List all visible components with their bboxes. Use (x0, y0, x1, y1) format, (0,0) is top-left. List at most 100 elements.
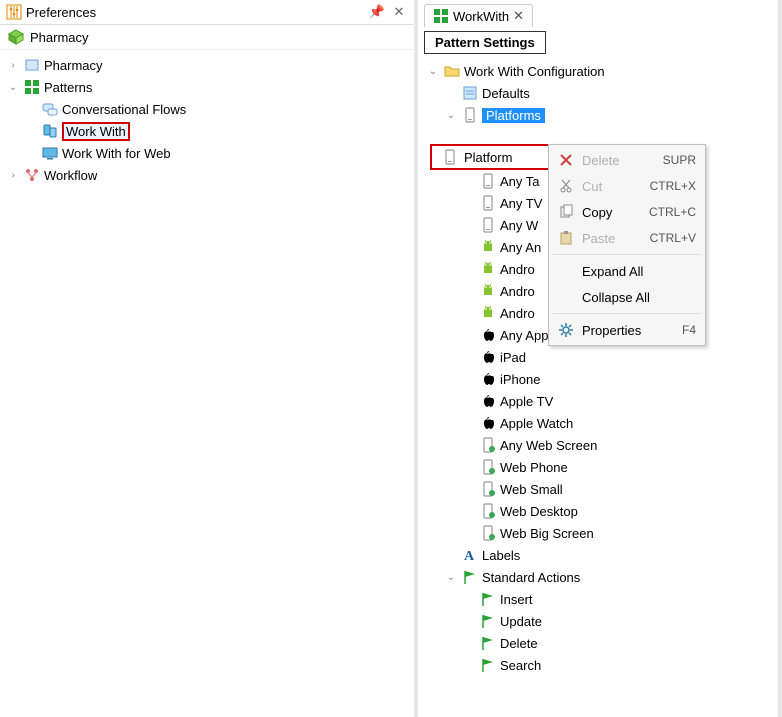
grid-icon (433, 8, 449, 24)
tree-item[interactable]: Insert (422, 588, 774, 610)
menu-item: DeleteSUPR (551, 147, 703, 173)
menu-item[interactable]: Expand All (551, 258, 703, 284)
tree-item[interactable]: Web Phone (422, 456, 774, 478)
menu-item: Paste CTRL+V (551, 225, 703, 251)
tree-item-label: Conversational Flows (62, 102, 186, 117)
menu-item-shortcut: CTRL+C (649, 205, 696, 219)
tab-strip: WorkWith ✕ (418, 0, 778, 27)
flag-icon (462, 569, 478, 585)
tree-item-label: Update (500, 614, 542, 629)
menu-item[interactable]: Collapse All (551, 284, 703, 310)
close-icon[interactable]: ✕ (390, 4, 408, 20)
tree-item-label: Platforms (482, 108, 545, 123)
menu-item-label: Collapse All (582, 290, 696, 305)
android-icon (480, 283, 496, 299)
blank-icon (558, 289, 574, 305)
apple-icon (480, 349, 496, 365)
tree-item[interactable]: Update (422, 610, 774, 632)
tree-item[interactable]: iPhone (422, 368, 774, 390)
tree-item[interactable]: ⌄ Platforms (422, 104, 774, 126)
tree-item-label: Any TV (500, 196, 542, 211)
menu-item-shortcut: CTRL+V (650, 231, 696, 245)
tree-item-label: Andro (500, 262, 535, 277)
menu-item-shortcut: F4 (682, 323, 696, 337)
tree-item-label: Any An (500, 240, 541, 255)
menu-item: CutCTRL+X (551, 173, 703, 199)
tree-item[interactable]: Delete (422, 632, 774, 654)
tree-item-label: Any W (500, 218, 538, 233)
menu-item[interactable]: PropertiesF4 (551, 317, 703, 343)
chevron-down-icon[interactable]: ⌄ (444, 110, 458, 121)
tree-item-label: Work With Configuration (464, 64, 605, 79)
tree-item-label: iPad (500, 350, 526, 365)
tree-item[interactable]: ALabels (422, 544, 774, 566)
labels-icon: A (462, 547, 478, 563)
module-icon (24, 57, 40, 73)
tree-item-label: Patterns (44, 80, 92, 95)
device-icon (442, 149, 458, 165)
menu-item-label: Delete (582, 153, 655, 168)
paste-icon (558, 230, 574, 246)
chevron-right-icon[interactable]: › (6, 60, 20, 71)
tree-item[interactable]: Apple Watch (422, 412, 774, 434)
tree-item-label: Web Phone (500, 460, 568, 475)
tree-item[interactable]: ›Pharmacy (2, 54, 412, 76)
menu-item[interactable]: CopyCTRL+C (551, 199, 703, 225)
tree-item-label: Apple Watch (500, 416, 573, 431)
tree-item-label: Defaults (482, 86, 530, 101)
kb-title: Pharmacy (30, 30, 89, 45)
apple-icon (480, 415, 496, 431)
apple-icon (480, 371, 496, 387)
chevron-down-icon[interactable]: ⌄ (426, 66, 440, 77)
tree-item-label: Web Desktop (500, 504, 578, 519)
tree-item[interactable]: Web Desktop (422, 500, 774, 522)
tree-item[interactable]: ⌄ Standard Actions (422, 566, 774, 588)
blank-icon (558, 263, 574, 279)
tree-item-label: Search (500, 658, 541, 673)
platform-label: Platform (464, 150, 512, 165)
tree-item[interactable]: Web Big Screen (422, 522, 774, 544)
grid-icon (24, 79, 40, 95)
flag-icon (480, 657, 496, 673)
tree-item-label: Standard Actions (482, 570, 580, 585)
tree-item-label: Any Web Screen (500, 438, 597, 453)
menu-item-label: Expand All (582, 264, 696, 279)
tree-item[interactable]: Conversational Flows (2, 98, 412, 120)
tab-close-icon[interactable]: ✕ (513, 8, 524, 24)
tree-item[interactable]: ⌄ Work With Configuration (422, 60, 774, 82)
workwith-web-icon (42, 145, 58, 161)
workwith-icon (42, 123, 58, 139)
tree-item[interactable]: ›Workflow (2, 164, 412, 186)
tree-item-label: iPhone (500, 372, 540, 387)
preferences-tree: ›Pharmacy ⌄ Patterns Conversational Flows Wo… (0, 50, 414, 190)
web-icon (480, 459, 496, 475)
web-icon (480, 481, 496, 497)
tree-item[interactable]: Web Small (422, 478, 774, 500)
tree-item-label: Insert (500, 592, 533, 607)
folder-icon (444, 63, 460, 79)
tree-item[interactable]: iPad (422, 346, 774, 368)
tree-item[interactable]: Apple TV (422, 390, 774, 412)
platform-item[interactable]: Platform (432, 149, 550, 165)
tree-item[interactable]: ⌄ Patterns (2, 76, 412, 98)
chevron-down-icon[interactable]: ⌄ (6, 82, 20, 93)
chevron-right-icon[interactable]: › (6, 170, 20, 181)
menu-separator (553, 313, 701, 314)
web-icon (480, 503, 496, 519)
tree-item-label: Andro (500, 284, 535, 299)
android-icon (480, 305, 496, 321)
flag-icon (480, 635, 496, 651)
menu-item-label: Paste (582, 231, 642, 246)
svg-text:A: A (464, 549, 475, 563)
tree-item[interactable]: Defaults (422, 82, 774, 104)
tree-item[interactable]: Work With for Web (2, 142, 412, 164)
tree-item[interactable]: Search (422, 654, 774, 676)
tree-item[interactable]: Work With (2, 120, 412, 142)
pin-icon[interactable]: 📌 (368, 4, 386, 20)
chevron-down-icon[interactable]: ⌄ (444, 572, 458, 583)
tree-item[interactable]: Any Web Screen (422, 434, 774, 456)
tab-workwith[interactable]: WorkWith ✕ (424, 4, 533, 27)
flow-icon (42, 101, 58, 117)
preferences-panel: Preferences 📌 ✕ Pharmacy ›Pharmacy⌄Patte… (0, 0, 418, 717)
delete-icon (558, 152, 574, 168)
